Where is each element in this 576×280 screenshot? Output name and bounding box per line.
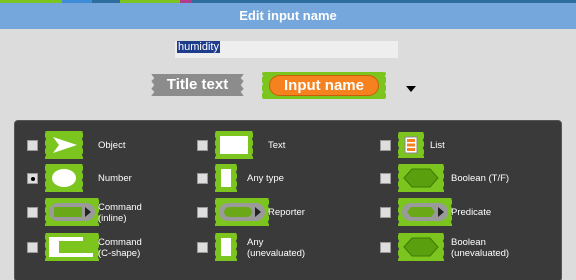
type-label-line1: Command [98, 202, 142, 213]
block-zigzag-right [239, 74, 245, 96]
object-arrow-icon [43, 130, 87, 160]
number-oval-icon [43, 163, 87, 193]
type-option-command-inline[interactable]: Command (inline) [27, 197, 192, 229]
type-option-boolean[interactable]: Boolean (T/F) [380, 163, 545, 195]
type-label: Boolean (T/F) [451, 173, 510, 184]
block-zigzag-right [384, 72, 389, 99]
type-label: Predicate [451, 207, 492, 218]
text-slot-icon [213, 130, 257, 160]
block-zigzag-left [259, 72, 264, 99]
type-label: Number [98, 173, 132, 184]
type-label-line2: (inline) [98, 213, 127, 224]
predicate-ring-icon [396, 197, 456, 227]
type-option-boolean-unevaluated[interactable]: Boolean (unevaluated) [380, 232, 545, 264]
type-label: Reporter [268, 207, 305, 218]
title-text-block[interactable]: Title text [150, 74, 245, 96]
type-checkbox[interactable] [197, 140, 208, 151]
type-option-predicate[interactable]: Predicate [380, 197, 545, 229]
type-option-text[interactable]: Text [197, 130, 362, 162]
type-label-line2: (unevaluated) [247, 248, 306, 259]
expand-types-arrow-icon[interactable] [406, 86, 416, 92]
type-checkbox[interactable] [197, 173, 208, 184]
type-label: Any type [247, 173, 284, 184]
input-name-label: Input name [283, 77, 364, 94]
type-checkbox[interactable] [197, 207, 208, 218]
input-name-field[interactable]: humidity [175, 41, 398, 58]
type-label: List [430, 140, 445, 151]
type-label: Object [98, 140, 126, 151]
type-option-command-c-shape[interactable]: Command (C-shape) [27, 232, 192, 264]
type-checkbox[interactable] [380, 242, 391, 253]
type-option-any-type[interactable]: Any type [197, 163, 362, 195]
boolean-hexagon-icon [396, 163, 448, 193]
type-checkbox[interactable] [197, 242, 208, 253]
input-name-block[interactable]: Input name [259, 72, 389, 99]
command-c-shape-icon [43, 232, 103, 262]
type-checkbox[interactable] [380, 140, 391, 151]
type-option-any-unevaluated[interactable]: Any (unevaluated) [197, 232, 362, 264]
input-type-panel: Object Text List Number Any type Boolean… [14, 120, 562, 280]
dialog-title-bar[interactable]: Edit input name [0, 3, 576, 29]
type-label-line1: Any [247, 237, 264, 248]
dialog-title: Edit input name [239, 8, 337, 23]
type-label-line1: Command [98, 237, 142, 248]
boolean-unevaluated-icon [396, 232, 448, 262]
type-option-list[interactable]: List [380, 130, 545, 162]
type-option-object[interactable]: Object [27, 130, 192, 162]
type-checkbox[interactable] [380, 207, 391, 218]
type-option-reporter[interactable]: Reporter [197, 197, 362, 229]
type-label-line2: (C-shape) [98, 248, 141, 259]
type-checkbox[interactable] [27, 242, 38, 253]
type-option-number[interactable]: Number [27, 163, 192, 195]
type-checkbox[interactable] [380, 173, 391, 184]
type-checkbox[interactable] [27, 207, 38, 218]
type-radio-selected[interactable] [27, 173, 38, 184]
title-text-label: Title text [166, 76, 229, 93]
input-name-value: humidity [177, 41, 220, 53]
type-checkbox[interactable] [27, 140, 38, 151]
reporter-ring-icon [213, 197, 273, 227]
type-label-line2: (unevaluated) [451, 248, 510, 259]
input-name-pill: Input name [269, 75, 379, 96]
type-label-line1: Boolean [451, 237, 486, 248]
command-inline-icon [43, 197, 103, 227]
type-label: Text [268, 140, 286, 151]
